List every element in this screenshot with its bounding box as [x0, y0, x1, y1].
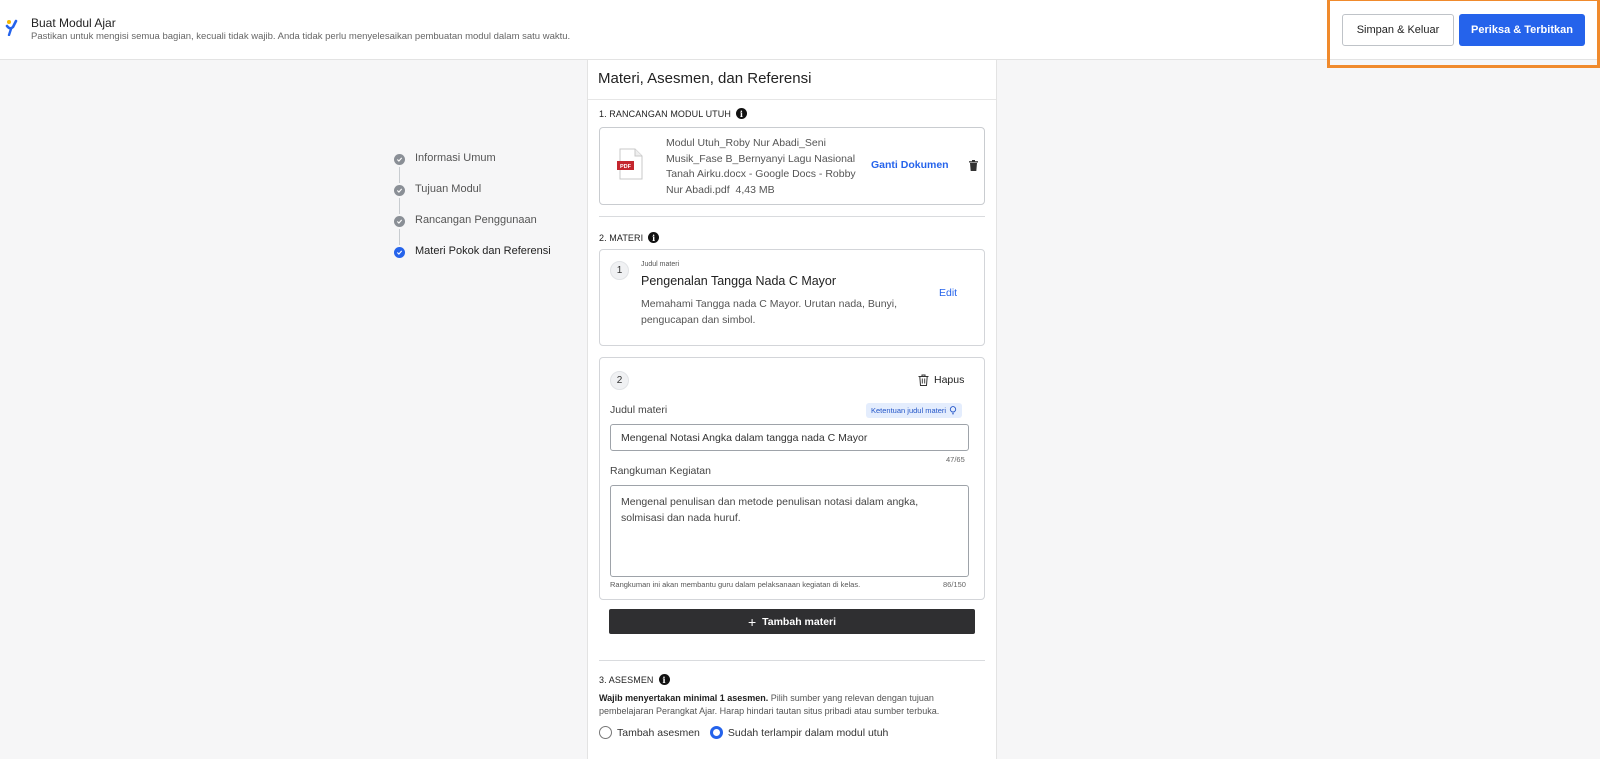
divider [599, 216, 985, 217]
trash-icon [918, 374, 929, 386]
step-connector [399, 198, 400, 214]
check-icon [394, 247, 405, 258]
info-icon[interactable]: i [735, 108, 747, 119]
file-size: 4,43 MB [735, 183, 775, 196]
check-icon [394, 185, 405, 196]
section-title: Materi, Asesmen, dan Referensi [598, 70, 812, 87]
step-label: Informasi Umum [415, 152, 496, 164]
divider [588, 99, 996, 100]
title-field-label: Judul materi [610, 404, 668, 416]
materi-title-label: Judul materi [641, 261, 680, 268]
step-label: Materi Pokok dan Referensi [415, 245, 551, 257]
materi-title-input[interactable]: Mengenal Notasi Angka dalam tangga nada … [610, 424, 969, 451]
materi-number: 1 [610, 261, 629, 280]
review-publish-button[interactable]: Periksa & Terbitkan [1459, 14, 1585, 46]
step-informasi-umum[interactable]: Informasi Umum [394, 152, 574, 183]
materi-item-2: 2 Hapus Judul materi Ketentuan judul mat… [599, 357, 985, 600]
radio-label-tambah[interactable]: Tambah asesmen [617, 727, 700, 739]
materi-description: Memahami Tangga nada C Mayor. Urutan nad… [641, 298, 898, 326]
page-subtitle: Pastikan untuk mengisi semua bagian, kec… [31, 31, 571, 42]
lightbulb-icon [949, 406, 957, 415]
pdf-badge-text: PDF [620, 164, 632, 170]
check-icon [394, 216, 405, 227]
step-label: Tujuan Modul [415, 183, 482, 195]
step-connector [399, 229, 400, 245]
trash-icon[interactable] [969, 160, 978, 171]
title-rules-badge[interactable]: Ketentuan judul materi [866, 403, 963, 418]
title-rules-label: Ketentuan judul materi [871, 406, 947, 415]
radio-label-terlampir[interactable]: Sudah terlampir dalam modul utuh [728, 727, 889, 739]
replace-document-link[interactable]: Ganti Dokumen [871, 159, 949, 171]
materi-item-1: 1 Judul materi Pengenalan Tangga Nada C … [599, 249, 985, 346]
main-form-panel: Materi, Asesmen, dan Referensi 1. RANCAN… [587, 60, 997, 759]
delete-label: Hapus [934, 374, 965, 386]
asesmen-heading: 3. ASESMEN i [599, 674, 670, 685]
materi-title: Pengenalan Tangga Nada C Mayor [641, 274, 837, 288]
delete-materi-button[interactable]: Hapus [918, 374, 964, 386]
plus-icon: + [747, 613, 757, 630]
check-icon [394, 154, 405, 165]
materi-label: 2. MATERI [599, 232, 644, 243]
radio-tambah-asesmen[interactable] [599, 726, 612, 739]
progress-stepper: Informasi Umum Tujuan Modul Rancangan Pe… [394, 152, 574, 276]
save-exit-button[interactable]: Simpan & Keluar [1342, 14, 1454, 46]
add-materi-button[interactable]: + Tambah materi [609, 609, 975, 634]
summary-field-label: Rangkuman Kegiatan [610, 465, 711, 477]
asesmen-label: 3. ASESMEN [599, 674, 654, 685]
materi-number: 2 [610, 371, 629, 390]
edit-materi-link[interactable]: Edit [939, 287, 957, 299]
info-icon[interactable]: i [648, 232, 660, 243]
step-rancangan-penggunaan[interactable]: Rancangan Penggunaan [394, 214, 574, 245]
uploaded-document-card: PDF Modul Utuh_Roby Nur Abadi_Seni Musik… [599, 127, 985, 205]
add-materi-label: Tambah materi [762, 615, 837, 628]
rancangan-label: 1. RANCANGAN MODUL UTUH [599, 108, 731, 119]
asesmen-desc-bold: Wajib menyertakan minimal 1 asesmen. [599, 693, 769, 703]
document-name: Modul Utuh_Roby Nur Abadi_Seni Musik_Fas… [666, 136, 861, 198]
app-logo-icon [5, 19, 18, 36]
materi-heading: 2. MATERI i [599, 232, 660, 243]
top-header: Buat Modul Ajar Pastikan untuk mengisi s… [0, 0, 1600, 60]
summary-helper-text: Rangkuman ini akan membantu guru dalam p… [610, 580, 861, 589]
info-icon[interactable]: i [658, 674, 670, 685]
divider [599, 660, 985, 661]
asesmen-options: Tambah asesmen Sudah terlampir dalam mod… [599, 726, 888, 739]
step-connector [399, 167, 400, 183]
radio-sudah-terlampir[interactable] [709, 726, 723, 739]
step-tujuan-modul[interactable]: Tujuan Modul [394, 183, 574, 214]
rancangan-heading: 1. RANCANGAN MODUL UTUH i [599, 108, 747, 119]
asesmen-description: Wajib menyertakan minimal 1 asesmen. Pil… [599, 692, 974, 718]
step-materi-pokok[interactable]: Materi Pokok dan Referensi [394, 245, 574, 276]
pdf-file-icon: PDF [617, 148, 643, 180]
page-title: Buat Modul Ajar [31, 16, 116, 30]
activity-summary-textarea[interactable]: Mengenal penulisan dan metode penulisan … [610, 485, 969, 577]
summary-char-counter: 86/150 [943, 580, 966, 589]
title-char-counter: 47/65 [946, 455, 965, 464]
step-label: Rancangan Penggunaan [415, 214, 537, 226]
